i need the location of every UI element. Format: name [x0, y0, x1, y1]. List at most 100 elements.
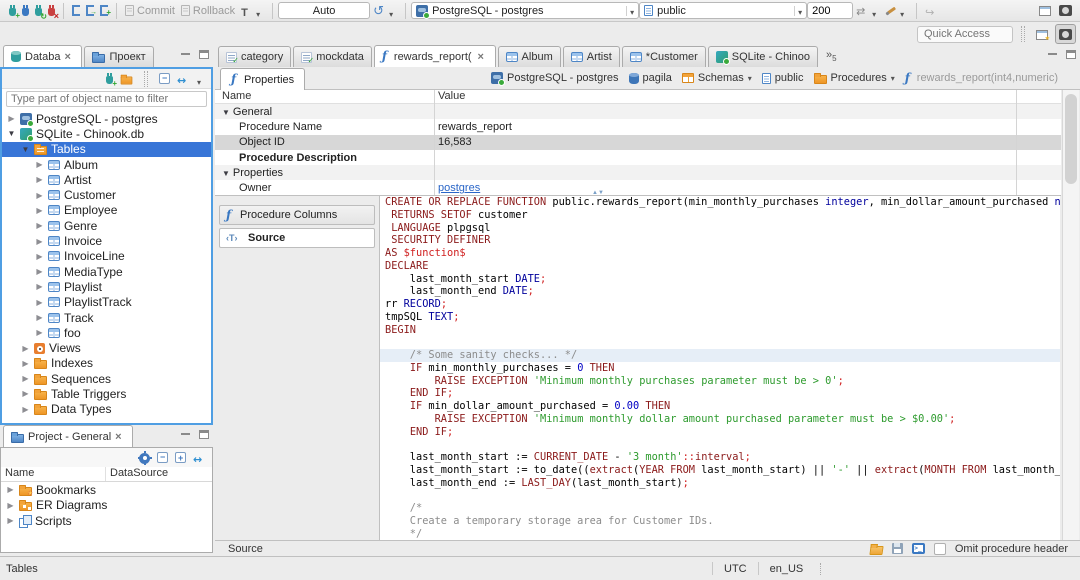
transaction-log-button[interactable]	[238, 4, 267, 18]
load-from-file-icon[interactable]	[869, 545, 884, 555]
expand-arrow-icon[interactable]: ▶	[34, 175, 45, 184]
timezone-indicator[interactable]: UTC	[713, 563, 758, 575]
project-item-bookmarks[interactable]: ▶ Bookmarks	[1, 482, 212, 498]
grid-column-value[interactable]: Value	[434, 90, 465, 103]
tabs-overflow-indicator[interactable]: »5	[826, 49, 837, 63]
minimize-icon[interactable]	[181, 50, 191, 59]
project-item-er-diagrams[interactable]: ▶ ER Diagrams	[1, 498, 212, 514]
recent-sql-editor-button[interactable]	[83, 4, 97, 17]
tree-item-invoice[interactable]: ▶ Invoice	[2, 233, 211, 248]
column-divider[interactable]	[434, 90, 435, 195]
vertical-scrollbar[interactable]	[1062, 90, 1079, 540]
view-menu-icon[interactable]	[197, 74, 205, 84]
expand-arrow-icon[interactable]: ▶	[34, 298, 45, 307]
expand-arrow-icon[interactable]: ▶	[34, 237, 45, 246]
editor-tab-artist[interactable]: Artist	[562, 46, 620, 67]
minimize-icon[interactable]	[181, 430, 191, 439]
expand-arrow-icon[interactable]: ▶	[20, 389, 31, 398]
expand-arrow-icon[interactable]: ▶	[34, 221, 45, 230]
grid-row-owner[interactable]: Owner postgres	[215, 180, 1061, 195]
fetch-size-input[interactable]	[807, 2, 854, 19]
column-divider[interactable]	[1016, 90, 1017, 195]
expand-arrow-icon[interactable]: ▶	[5, 485, 16, 494]
open-perspective-button[interactable]	[1033, 25, 1051, 43]
reconnect-button[interactable]	[32, 4, 47, 21]
connect-button[interactable]	[19, 4, 32, 17]
commit-mode-combo[interactable]: Auto	[278, 2, 371, 19]
collapse-all-icon[interactable]	[159, 73, 170, 84]
tree-item-invoiceline[interactable]: ▶ InvoiceLine	[2, 249, 211, 264]
collapse-all-icon[interactable]	[157, 452, 168, 463]
expand-arrow-icon[interactable]: ▶	[34, 313, 45, 322]
tab-properties[interactable]: Properties	[220, 68, 306, 90]
gear-icon[interactable]	[139, 451, 150, 464]
open-console-icon[interactable]	[911, 543, 925, 554]
save-to-file-icon[interactable]	[891, 543, 903, 554]
tab-projects[interactable]: Проект	[84, 46, 154, 67]
breadcrumb-item-schemas[interactable]: Schemas ▾	[681, 72, 752, 84]
tree-item-sqlite-chinook-db[interactable]: ▼ SQLite - Chinook.db	[2, 126, 211, 142]
side-tab-source[interactable]: Source	[219, 228, 375, 248]
new-sql-editor-button[interactable]	[97, 4, 111, 17]
column-header-name[interactable]: Name	[1, 467, 106, 481]
tree-item-tables[interactable]: ▼ Tables	[2, 141, 211, 157]
tree-item-data-types[interactable]: ▶ Data Types	[2, 402, 211, 417]
expand-arrow-icon[interactable]: ▶	[34, 282, 45, 291]
window-icon[interactable]	[1059, 5, 1072, 16]
grid-row-procedure-description[interactable]: Procedure Description	[215, 150, 1061, 165]
breadcrumb-item-public[interactable]: public	[761, 72, 804, 84]
tree-item-indexes[interactable]: ▶ Indexes	[2, 356, 211, 371]
tree-item-mediatype[interactable]: ▶ MediaType	[2, 264, 211, 279]
maximize-icon[interactable]	[199, 50, 209, 59]
active-connection-combo[interactable]: PostgreSQL - postgres	[411, 2, 640, 19]
tree-item-playlist[interactable]: ▶ Playlist	[2, 279, 211, 294]
expand-arrow-icon[interactable]: ▶	[34, 252, 45, 261]
collapse-arrow-icon[interactable]: ▼	[20, 145, 31, 154]
expand-arrow-icon[interactable]: ▶	[5, 501, 16, 510]
expand-arrow-icon[interactable]: ▶	[20, 344, 31, 353]
grid-row-procedure-name[interactable]: Procedure Name rewards_report	[215, 119, 1061, 134]
editor-tab-category[interactable]: category	[218, 46, 292, 67]
close-icon[interactable]	[478, 51, 488, 62]
commit-button[interactable]: Commit	[122, 4, 178, 18]
expand-arrow-icon[interactable]: ▶	[6, 114, 17, 123]
redo-button[interactable]	[922, 4, 940, 18]
expand-arrow-icon[interactable]: ▶	[20, 374, 31, 383]
column-header-datasource[interactable]: DataSource	[106, 467, 168, 481]
breadcrumb-item-postgresql-postgres[interactable]: PostgreSQL - postgres	[491, 72, 619, 86]
project-items[interactable]: ▶ Bookmarks ▶ ER Diagrams ▶ Scripts	[1, 482, 212, 529]
link-with-editor-icon[interactable]	[177, 73, 190, 85]
collapse-arrow-icon[interactable]: ▼	[6, 129, 17, 138]
active-schema-combo[interactable]: public	[639, 2, 808, 19]
quick-access-input[interactable]	[917, 25, 1013, 43]
tree-item-artist[interactable]: ▶ Artist	[2, 172, 211, 187]
editor-tab-sqlite-chinoo[interactable]: SQLite - Chinoo	[707, 46, 819, 67]
tree-item-table-triggers[interactable]: ▶ Table Triggers	[2, 386, 211, 401]
breadcrumb-item-procedures[interactable]: Procedures ▾	[813, 72, 895, 84]
rollback-button[interactable]: Rollback	[178, 4, 238, 18]
editor-tab-mockdata[interactable]: mockdata	[293, 46, 372, 67]
expand-arrow-icon[interactable]: ▶	[20, 405, 31, 414]
breadcrumb-item-pagila[interactable]: pagila	[628, 72, 672, 84]
expand-arrow-icon[interactable]: ▶	[34, 267, 45, 276]
property-value[interactable]: postgres	[434, 182, 480, 194]
expand-arrow-icon[interactable]: ▶	[5, 516, 16, 525]
editor-tab-rewards-report[interactable]: rewards_report(	[373, 45, 496, 67]
locale-indicator[interactable]: en_US	[759, 563, 815, 575]
expand-arrow-icon[interactable]: ▶	[20, 359, 31, 368]
tree-item-album[interactable]: ▶ Album	[2, 157, 211, 172]
tree-item-foo[interactable]: ▶ foo	[2, 325, 211, 340]
nav-tree[interactable]: ▶ PostgreSQL - postgres ▼ SQLite - Chinook.…	[2, 111, 211, 423]
close-icon[interactable]	[64, 51, 74, 62]
new-folder-icon[interactable]	[120, 74, 133, 85]
grid-row-properties[interactable]: ▼ Properties	[215, 165, 1061, 181]
link-with-editor-icon[interactable]	[193, 452, 206, 464]
compare-button[interactable]	[883, 4, 911, 17]
chevron-down-icon[interactable]: ▾	[748, 74, 752, 83]
tree-item-track[interactable]: ▶ Track	[2, 310, 211, 325]
new-connection-button[interactable]	[6, 4, 20, 20]
scrollbar-thumb[interactable]	[1065, 94, 1077, 184]
tree-item-postgresql-postgres[interactable]: ▶ PostgreSQL - postgres	[2, 111, 211, 127]
tree-item-customer[interactable]: ▶ Customer	[2, 187, 211, 202]
expand-arrow-icon[interactable]: ▶	[34, 206, 45, 215]
